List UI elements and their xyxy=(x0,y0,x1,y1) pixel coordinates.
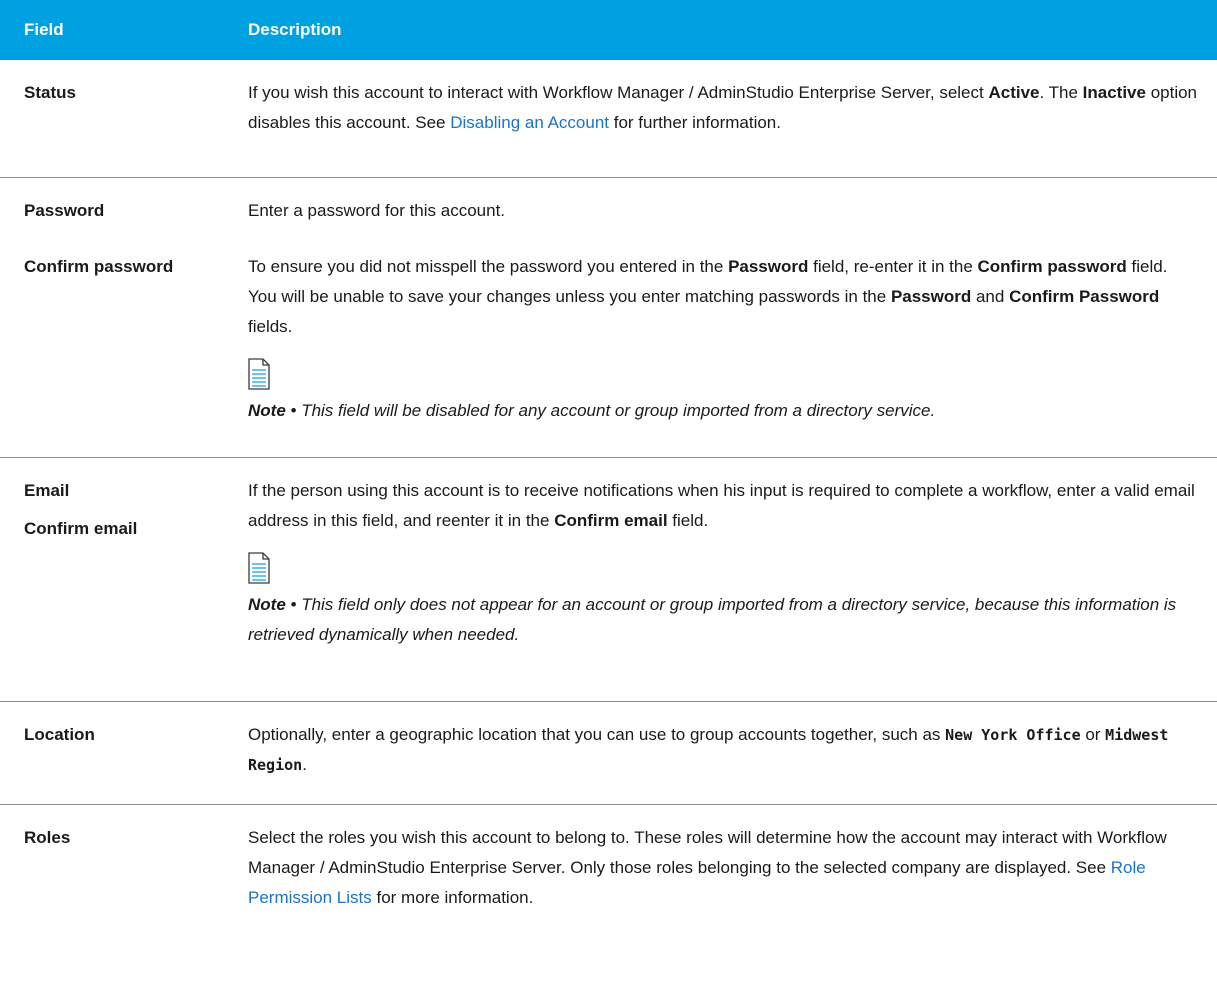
description-cell: If you wish this account to interact wit… xyxy=(226,60,1217,178)
text-run: for further information. xyxy=(609,113,781,132)
field-ref-password: Password xyxy=(728,256,809,276)
note-document-icon xyxy=(248,551,270,584)
note-body: This field will be disabled for any acco… xyxy=(301,400,936,420)
description-text: If you wish this account to interact wit… xyxy=(248,78,1197,138)
description-cell: Select the roles you wish this account t… xyxy=(226,804,1217,995)
field-label-location: Location xyxy=(24,724,95,744)
description-text: To ensure you did not misspell the passw… xyxy=(248,252,1197,342)
text-run: and xyxy=(971,286,1010,306)
option-inactive: Inactive xyxy=(1082,83,1146,102)
field-label-confirm-password: Confirm password xyxy=(24,256,174,276)
description-text: Enter a password for this account. xyxy=(248,200,506,220)
description-cell: Optionally, enter a geographic location … xyxy=(226,701,1217,805)
text-run: field, re-enter it in the xyxy=(808,256,978,276)
description-text: Optionally, enter a geographic location … xyxy=(248,720,1197,780)
note-text: Note • This field only does not appear f… xyxy=(248,590,1197,650)
field-ref-confirm-email: Confirm email xyxy=(554,510,668,530)
field-label-email: Email xyxy=(24,480,70,500)
link-disabling-an-account[interactable]: Disabling an Account xyxy=(450,113,609,132)
field-ref-password: Password xyxy=(890,286,972,306)
text-run: . The xyxy=(1039,83,1083,102)
text-run: If the person using this account is to r… xyxy=(248,480,1195,530)
header-field: Field xyxy=(0,0,226,60)
table-row: Email Confirm email If the person using … xyxy=(0,457,1217,702)
field-cell: Status xyxy=(0,60,226,178)
field-label-password: Password xyxy=(24,200,105,220)
text-run: for more information. xyxy=(371,887,534,907)
note-label: Note xyxy=(248,400,286,420)
note-separator: • xyxy=(285,594,302,614)
description-cell: If the person using this account is to r… xyxy=(226,457,1217,702)
field-description-table: Field Description Status If you wish thi… xyxy=(0,0,1217,995)
example-new-york-office: New York Office xyxy=(945,725,1081,744)
text-run: fields. xyxy=(248,316,293,336)
option-active: Active xyxy=(988,83,1040,102)
field-label-confirm-email: Confirm email xyxy=(24,518,138,538)
header-description: Description xyxy=(226,0,1217,60)
text-run: field. xyxy=(667,510,709,530)
note-document-icon xyxy=(248,357,270,390)
note-label: Note xyxy=(248,594,286,614)
field-label-status: Status xyxy=(24,83,76,102)
field-cell: Roles xyxy=(0,804,226,995)
table-row: Password Confirm password Enter a passwo… xyxy=(0,177,1217,458)
description-text: If the person using this account is to r… xyxy=(248,476,1197,536)
text-run: . xyxy=(302,754,307,774)
field-cell: Location xyxy=(0,701,226,805)
text-run: Optionally, enter a geographic location … xyxy=(248,724,946,744)
field-ref-confirm-password: Confirm Password xyxy=(1009,286,1160,306)
note-separator: • xyxy=(285,400,302,420)
text-run: or xyxy=(1080,724,1106,744)
table-header-row: Field Description xyxy=(0,0,1217,60)
description-cell: Enter a password for this account. To en… xyxy=(226,177,1217,458)
note-body: This field only does not appear for an a… xyxy=(248,594,1177,644)
text-run: To ensure you did not misspell the passw… xyxy=(248,256,729,276)
table-row: Status If you wish this account to inter… xyxy=(0,60,1217,178)
field-ref-confirm-password: Confirm password xyxy=(977,256,1127,276)
field-cell: Email Confirm email xyxy=(0,457,226,702)
text-run: Select the roles you wish this account t… xyxy=(248,827,1167,877)
text-run: If you wish this account to interact wit… xyxy=(248,83,989,102)
description-text: Select the roles you wish this account t… xyxy=(248,823,1197,913)
note-text: Note • This field will be disabled for a… xyxy=(248,396,1197,426)
table-row: Roles Select the roles you wish this acc… xyxy=(0,804,1217,995)
table-row: Location Optionally, enter a geographic … xyxy=(0,701,1217,805)
field-label-roles: Roles xyxy=(24,827,71,847)
field-cell: Password Confirm password xyxy=(0,177,226,458)
